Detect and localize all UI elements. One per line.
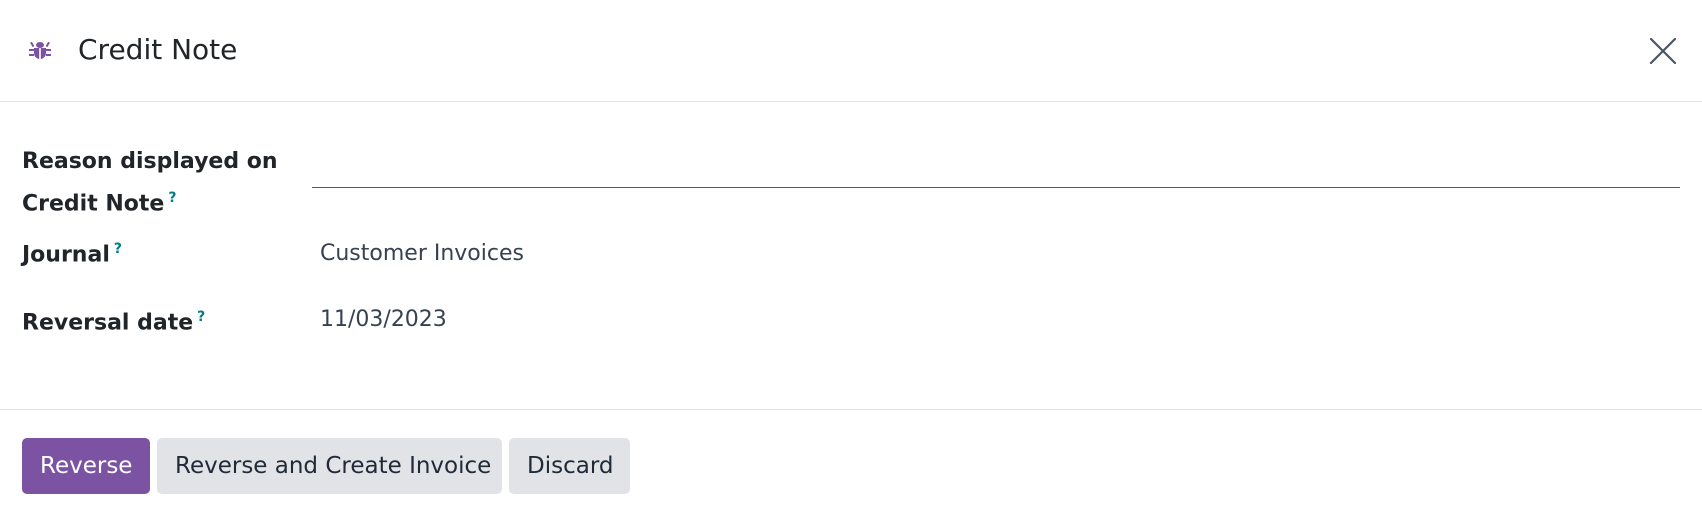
dialog-body: Reason displayed on Credit Note? Journal…: [0, 102, 1702, 409]
dialog-header: Credit Note: [0, 0, 1702, 102]
journal-label-text: Journal: [22, 242, 110, 268]
credit-note-dialog: Credit Note Reason displayed on Credit N…: [0, 0, 1702, 518]
reason-input[interactable]: [312, 150, 1680, 188]
reason-help-icon[interactable]: ?: [168, 190, 176, 206]
reversal-date-label: Reversal date?: [22, 299, 205, 341]
reason-label-line2: Credit Note: [22, 191, 165, 217]
reason-label-line1: Reason displayed on: [22, 149, 278, 174]
reversal-date-label-text: Reversal date: [22, 310, 194, 336]
reversal-date-help-icon[interactable]: ?: [197, 309, 205, 325]
journal-help-icon[interactable]: ?: [114, 241, 122, 257]
reversal-date-value[interactable]: 11/03/2023: [320, 302, 447, 338]
dialog-title: Credit Note: [78, 33, 238, 66]
dialog-footer: Reverse Reverse and Create Invoice Disca…: [0, 409, 1702, 518]
close-icon[interactable]: [1646, 34, 1680, 68]
bug-icon: [28, 38, 52, 62]
reverse-and-create-invoice-button[interactable]: Reverse and Create Invoice: [157, 438, 502, 494]
journal-label: Journal?: [22, 231, 122, 273]
reverse-button[interactable]: Reverse: [22, 438, 150, 494]
journal-value[interactable]: Customer Invoices: [320, 236, 524, 272]
reason-label: Reason displayed on Credit Note?: [22, 144, 278, 222]
discard-button[interactable]: Discard: [509, 438, 630, 494]
